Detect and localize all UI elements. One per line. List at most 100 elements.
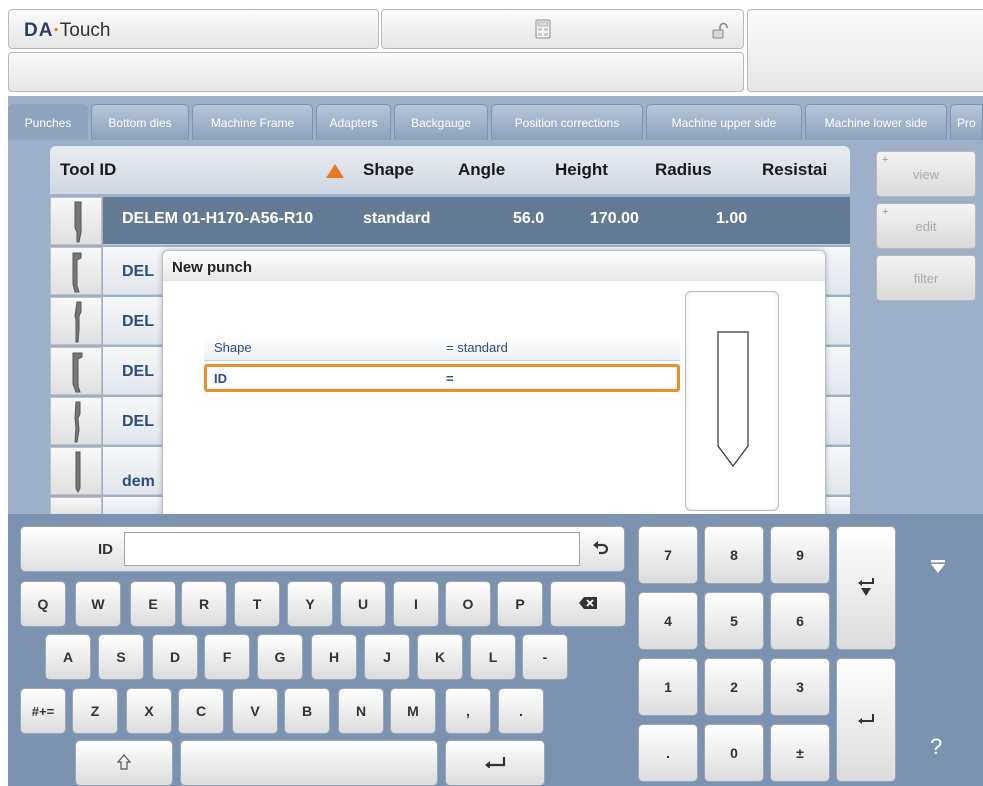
view-button[interactable]: + view — [876, 151, 976, 197]
numpad-3[interactable]: 3 — [770, 658, 830, 716]
key-q[interactable]: Q — [20, 581, 66, 627]
cell-tool-id: DEL — [122, 313, 154, 330]
key-g[interactable]: G — [257, 634, 303, 680]
key-b[interactable]: B — [284, 688, 330, 734]
numpad-9[interactable]: 9 — [770, 526, 830, 584]
key-p[interactable]: P — [497, 581, 543, 627]
key-d[interactable]: D — [152, 634, 198, 680]
tab-position-corrections[interactable]: Position corrections — [491, 104, 643, 140]
undo-button[interactable] — [582, 531, 620, 567]
numpad-4[interactable]: 4 — [638, 592, 698, 650]
column-header-angle[interactable]: Angle — [458, 160, 505, 180]
shape-field[interactable]: Shape = standard — [204, 335, 680, 361]
collapse-keyboard-icon[interactable] — [929, 559, 947, 575]
tab-machine-upper-side[interactable]: Machine upper side — [646, 104, 802, 140]
id-field[interactable]: ID = — [204, 364, 680, 392]
tab-machine-lower-side[interactable]: Machine lower side — [805, 104, 947, 140]
key-k[interactable]: K — [417, 634, 463, 680]
enter-down-key[interactable] — [836, 526, 896, 650]
keyboard-text-input[interactable] — [124, 532, 580, 566]
key-label: J — [383, 649, 391, 665]
key-label: R — [198, 596, 210, 612]
key-label: V — [250, 703, 260, 719]
tab-label: Punches — [24, 115, 72, 130]
key-i[interactable]: I — [393, 581, 439, 627]
key-label: D — [169, 649, 181, 665]
sort-ascending-triangle-icon[interactable] — [325, 163, 345, 179]
key-v[interactable]: V — [232, 688, 278, 734]
edit-button[interactable]: + edit — [876, 203, 976, 249]
tab-machine-frame[interactable]: Machine Frame — [192, 104, 313, 140]
key-j[interactable]: J — [364, 634, 410, 680]
key-dash[interactable]: - — [522, 634, 568, 680]
key-y[interactable]: Y — [287, 581, 333, 627]
numpad-1[interactable]: 1 — [638, 658, 698, 716]
key-f[interactable]: F — [204, 634, 250, 680]
column-header-shape[interactable]: Shape — [363, 160, 414, 180]
filter-button[interactable]: filter — [876, 255, 976, 301]
key-comma[interactable]: , — [445, 688, 491, 734]
symbols-key[interactable]: #+= — [20, 688, 66, 734]
column-header-height[interactable]: Height — [555, 160, 608, 180]
key-label: H — [328, 649, 340, 665]
key-z[interactable]: Z — [72, 688, 118, 734]
plus-icon: + — [882, 154, 889, 166]
key-u[interactable]: U — [340, 581, 386, 627]
key-label: B — [301, 703, 313, 719]
numpad-2[interactable]: 2 — [704, 658, 764, 716]
key-h[interactable]: H — [311, 634, 357, 680]
key-x[interactable]: X — [126, 688, 172, 734]
backspace-icon — [578, 596, 598, 613]
key-e[interactable]: E — [130, 581, 176, 627]
enter-return-icon — [484, 755, 506, 771]
numpad-8[interactable]: 8 — [704, 526, 764, 584]
numpad-7[interactable]: 7 — [638, 526, 698, 584]
key-label: O — [462, 596, 474, 612]
unlocked-padlock-icon[interactable] — [711, 22, 729, 40]
cell-shape: standard — [363, 210, 431, 227]
shift-key[interactable] — [75, 740, 173, 786]
calculator-icon[interactable] — [535, 19, 551, 39]
key-label: K — [434, 649, 446, 665]
help-button[interactable]: ? — [930, 734, 942, 760]
key-period[interactable]: . — [498, 688, 544, 734]
numpad-5[interactable]: 5 — [704, 592, 764, 650]
numpad-6[interactable]: 6 — [770, 592, 830, 650]
enter-numpad-key[interactable] — [836, 658, 896, 782]
numpad-decimal[interactable]: . — [638, 724, 698, 782]
tab-punches[interactable]: Punches — [8, 104, 88, 140]
key-a[interactable]: A — [45, 634, 91, 680]
key-label: . — [519, 703, 523, 719]
tab-bottom-dies[interactable]: Bottom dies — [91, 104, 189, 140]
tab-label: Machine lower side — [824, 115, 928, 130]
numpad-plus-minus[interactable]: ± — [770, 724, 830, 782]
column-header-resistance[interactable]: Resistai — [762, 160, 838, 180]
backspace-key[interactable] — [550, 581, 626, 627]
column-header-radius[interactable]: Radius — [655, 160, 712, 180]
plus-icon: + — [882, 206, 889, 218]
tab-adapters[interactable]: Adapters — [316, 104, 391, 140]
key-t[interactable]: T — [234, 581, 280, 627]
key-o[interactable]: O — [445, 581, 491, 627]
tab-pro[interactable]: Pro — [950, 104, 983, 140]
edit-label: edit — [915, 218, 937, 234]
key-label: - — [542, 649, 548, 665]
key-n[interactable]: N — [338, 688, 384, 734]
tab-label: Machine upper side — [671, 115, 777, 130]
key-s[interactable]: S — [98, 634, 144, 680]
space-key[interactable] — [180, 740, 438, 786]
key-w[interactable]: W — [75, 581, 121, 627]
numpad-0[interactable]: 0 — [704, 724, 764, 782]
enter-key[interactable] — [445, 740, 545, 786]
id-field-label: ID — [214, 370, 227, 386]
tab-backgauge[interactable]: Backgauge — [394, 104, 488, 140]
key-c[interactable]: C — [178, 688, 224, 734]
key-m[interactable]: M — [390, 688, 436, 734]
key-r[interactable]: R — [181, 581, 227, 627]
key-l[interactable]: L — [470, 634, 516, 680]
column-header-tool-id[interactable]: Tool ID — [60, 160, 116, 180]
logo-brand: DA — [24, 20, 54, 41]
punch-shape-thumbnail — [50, 297, 102, 345]
key-label: 6 — [796, 613, 804, 629]
key-label: A — [62, 649, 74, 665]
